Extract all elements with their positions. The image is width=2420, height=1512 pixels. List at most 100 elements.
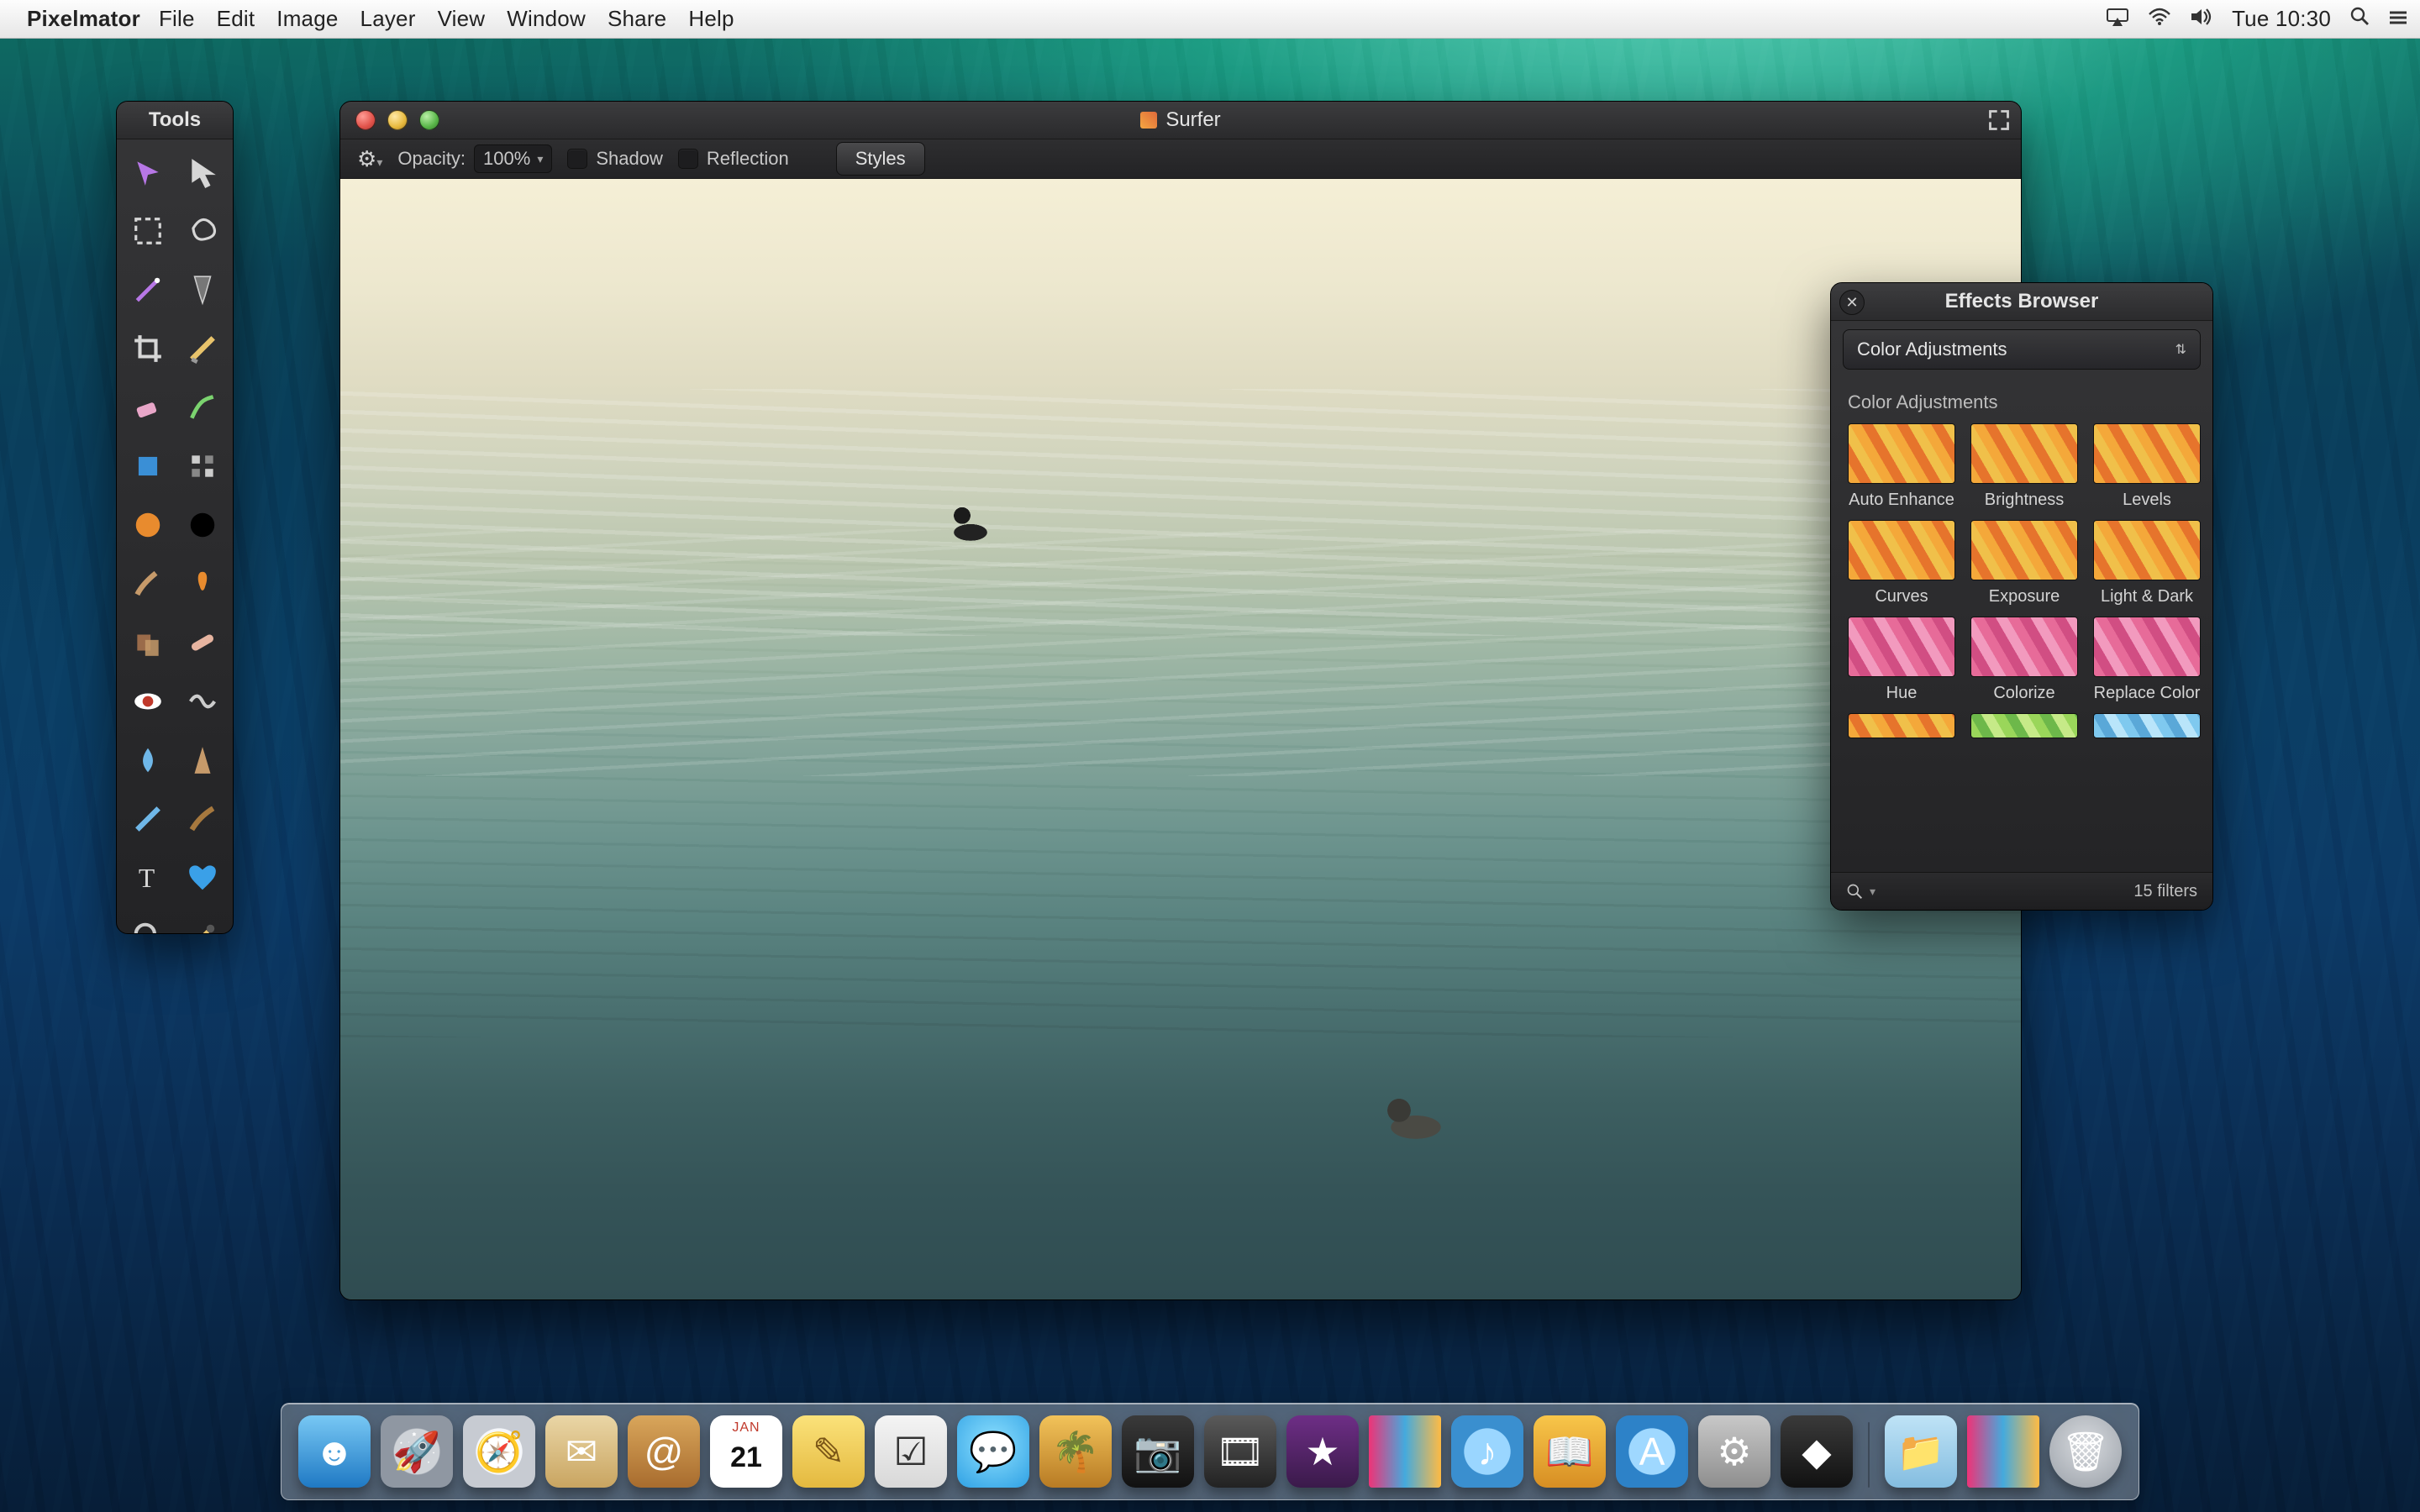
- dock-safari[interactable]: 🧭: [463, 1415, 535, 1488]
- warp-tool[interactable]: [175, 672, 229, 731]
- paint-tool[interactable]: [175, 378, 229, 437]
- wifi-icon[interactable]: [2148, 6, 2171, 32]
- dock-pixelmator[interactable]: ◆: [1781, 1415, 1853, 1488]
- dock-contacts[interactable]: @: [628, 1415, 700, 1488]
- dock-calendar[interactable]: 21: [710, 1415, 782, 1488]
- effect-light-dark[interactable]: Light & Dark: [2093, 520, 2201, 606]
- effect-item[interactable]: [1970, 713, 2078, 738]
- crop-tool[interactable]: [120, 319, 175, 378]
- effect-brightness[interactable]: Brightness: [1970, 423, 2078, 510]
- close-icon[interactable]: ✕: [1839, 290, 1865, 315]
- effects-category-label: Color Adjustments: [1857, 339, 2007, 360]
- dock-appstore[interactable]: A: [1616, 1415, 1688, 1488]
- styles-button[interactable]: Styles: [836, 142, 925, 176]
- shadow-checkbox[interactable]: Shadow: [567, 148, 663, 170]
- tools-panel-title: Tools: [117, 102, 233, 139]
- reflection-label: Reflection: [707, 148, 789, 170]
- document-toolbar: ⚙▾ Opacity: 100% ▾ Shadow Reflection Sty…: [340, 139, 2021, 179]
- effect-colorize[interactable]: Colorize: [1970, 617, 2078, 703]
- dock-trash[interactable]: 🗑: [2049, 1415, 2122, 1488]
- heal-tool[interactable]: [175, 613, 229, 672]
- burn-tool[interactable]: [175, 790, 229, 848]
- eyedropper-tool[interactable]: [175, 907, 229, 934]
- dock-reminders[interactable]: ☑: [875, 1415, 947, 1488]
- menu-help[interactable]: Help: [688, 6, 734, 31]
- app-name[interactable]: Pixelmator: [27, 6, 140, 32]
- blur-tool[interactable]: [120, 731, 175, 790]
- menu-edit[interactable]: Edit: [217, 6, 255, 31]
- magic-wand-tool[interactable]: [120, 260, 175, 319]
- menu-share[interactable]: Share: [608, 6, 666, 31]
- spotlight-icon[interactable]: [2349, 6, 2370, 32]
- dock-imovie[interactable]: ★: [1286, 1415, 1359, 1488]
- dock-downloads[interactable]: 📁: [1885, 1415, 1957, 1488]
- favorite-tool[interactable]: [175, 848, 229, 907]
- gradient-tool[interactable]: [120, 496, 175, 554]
- dock-notes[interactable]: ✎: [792, 1415, 865, 1488]
- shape-tool[interactable]: [120, 437, 175, 496]
- zoom-tool[interactable]: [120, 907, 175, 934]
- dock-launchpad[interactable]: 🚀: [381, 1415, 453, 1488]
- dock-systemprefs[interactable]: ⚙: [1698, 1415, 1770, 1488]
- effects-search[interactable]: ▾: [1846, 883, 1876, 900]
- slice-tool[interactable]: [175, 319, 229, 378]
- gear-icon[interactable]: ⚙▾: [357, 146, 382, 172]
- window-titlebar[interactable]: Surfer: [340, 102, 2021, 139]
- tools-panel[interactable]: Tools T: [116, 101, 234, 934]
- reflection-checkbox[interactable]: Reflection: [678, 148, 789, 170]
- dock-mail[interactable]: ✉: [545, 1415, 618, 1488]
- dock[interactable]: ☻🚀🧭✉@21✎☑💬🌴📷🎞★ ♪📖A⚙◆ 📁 🗑: [281, 1403, 2139, 1500]
- effect-auto-enhance[interactable]: Auto Enhance: [1848, 423, 1955, 510]
- effect-item[interactable]: [2093, 713, 2201, 738]
- move-tool[interactable]: [120, 143, 175, 202]
- menu-image[interactable]: Image: [276, 6, 338, 31]
- dock-finder[interactable]: ☻: [298, 1415, 371, 1488]
- menu-window[interactable]: Window: [507, 6, 586, 31]
- effect-item[interactable]: [1848, 713, 1955, 738]
- dock-maps[interactable]: [1369, 1415, 1441, 1488]
- effect-replace-color[interactable]: Replace Color: [2093, 617, 2201, 703]
- effect-curves[interactable]: Curves: [1848, 520, 1955, 606]
- opacity-value-field[interactable]: 100% ▾: [474, 144, 552, 173]
- effect-exposure[interactable]: Exposure: [1970, 520, 2078, 606]
- type-tool[interactable]: T: [120, 848, 175, 907]
- dock-itunes[interactable]: ♪: [1451, 1415, 1523, 1488]
- dock-facetime[interactable]: 📷: [1122, 1415, 1194, 1488]
- dock-ibooks[interactable]: 📖: [1534, 1415, 1606, 1488]
- effects-browser-panel[interactable]: ✕ Effects Browser Color Adjustments ⇅ Co…: [1830, 282, 2213, 911]
- dock-messages[interactable]: 💬: [957, 1415, 1029, 1488]
- pen-tool[interactable]: [175, 260, 229, 319]
- menu-view[interactable]: View: [438, 6, 486, 31]
- menu-layer[interactable]: Layer: [360, 6, 416, 31]
- airplay-icon[interactable]: [2106, 6, 2129, 32]
- marquee-tool[interactable]: [120, 202, 175, 260]
- document-canvas[interactable]: [340, 179, 2021, 1300]
- clone-tool[interactable]: [120, 613, 175, 672]
- fullscreen-button[interactable]: [1987, 108, 2011, 132]
- arrow-tool[interactable]: [175, 143, 229, 202]
- lasso-tool[interactable]: [175, 202, 229, 260]
- eraser-tool[interactable]: [120, 378, 175, 437]
- opacity-label: Opacity:: [397, 148, 466, 170]
- color-picker-tool[interactable]: [175, 496, 229, 554]
- red-eye-tool[interactable]: [120, 672, 175, 731]
- clock-text[interactable]: Tue 10:30: [2232, 6, 2331, 32]
- smudge-tool[interactable]: [120, 790, 175, 848]
- effects-browser-title[interactable]: Effects Browser: [1831, 283, 2212, 321]
- effect-thumbnail: [2093, 520, 2201, 580]
- dock-separator: [1868, 1422, 1870, 1488]
- effect-levels[interactable]: Levels: [2093, 423, 2201, 510]
- dock-iphoto[interactable]: 🌴: [1039, 1415, 1112, 1488]
- volume-icon[interactable]: [2190, 6, 2213, 32]
- notification-center-icon[interactable]: [2388, 6, 2408, 32]
- dock-stack[interactable]: [1967, 1415, 2039, 1488]
- sponge-tool[interactable]: [175, 554, 229, 613]
- effect-hue[interactable]: Hue: [1848, 617, 1955, 703]
- effects-category-dropdown[interactable]: Color Adjustments ⇅: [1843, 329, 2201, 370]
- menu-file[interactable]: File: [159, 6, 195, 31]
- effect-thumbnail: [1970, 617, 2078, 677]
- dock-photobooth[interactable]: 🎞: [1204, 1415, 1276, 1488]
- brush-tool[interactable]: [120, 554, 175, 613]
- sharpen-tool[interactable]: [175, 731, 229, 790]
- pixel-tool[interactable]: [175, 437, 229, 496]
